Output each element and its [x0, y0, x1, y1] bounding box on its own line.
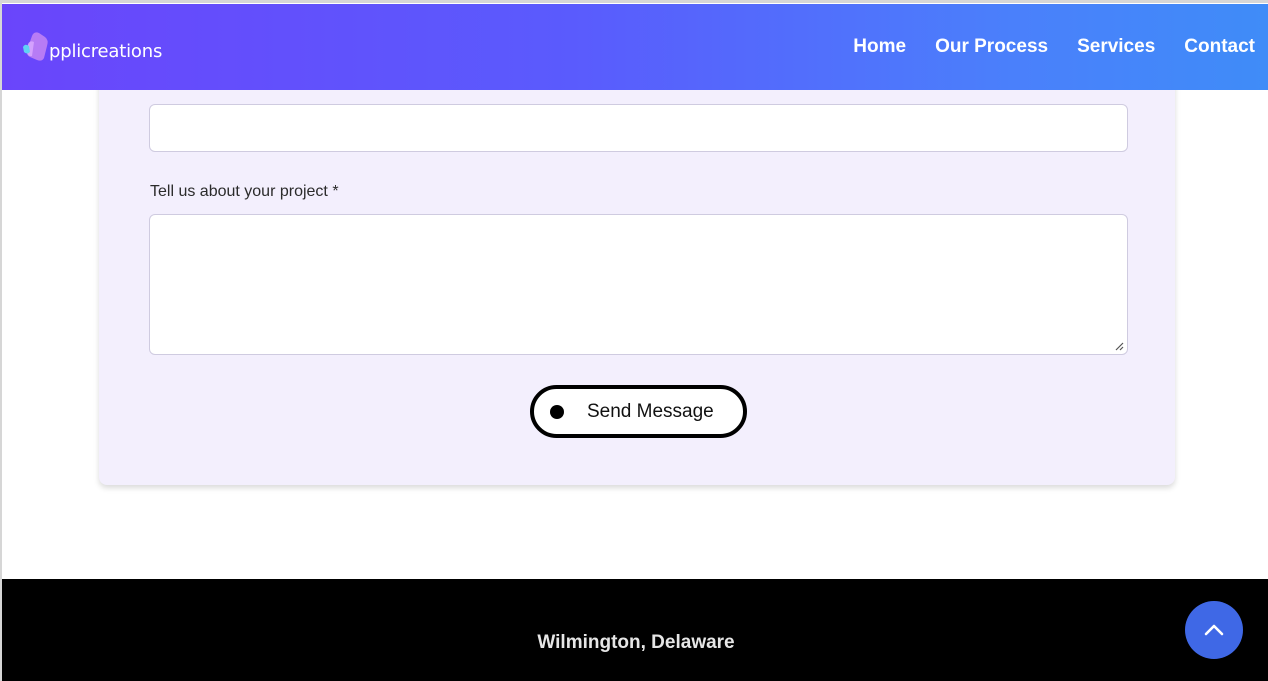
site-footer: Wilmington, Delaware: [2, 579, 1268, 681]
site-header: pplicreations Home Our Process Services …: [2, 4, 1268, 90]
text-field[interactable]: [149, 104, 1128, 152]
logo[interactable]: pplicreations: [18, 30, 162, 64]
nav-our-process[interactable]: Our Process: [935, 36, 1048, 58]
send-message-button[interactable]: Send Message: [530, 385, 747, 438]
nav-contact[interactable]: Contact: [1184, 36, 1255, 58]
footer-location: Wilmington, Delaware: [537, 632, 735, 653]
applicreations-logo-icon: [23, 32, 48, 61]
contact-form-card: Tell us about your project * Send Messag…: [99, 43, 1175, 485]
project-message-textarea[interactable]: [149, 214, 1128, 355]
project-message-label: Tell us about your project *: [150, 183, 339, 200]
dot-icon: [550, 404, 564, 419]
main-nav: Home Our Process Services Contact: [824, 36, 1255, 58]
page: Tell us about your project * Send Messag…: [0, 0, 1268, 681]
chevron-up-icon: [1204, 624, 1224, 636]
logo-text: pplicreations: [49, 41, 163, 62]
scroll-to-top-button[interactable]: [1185, 601, 1243, 659]
send-message-label: Send Message: [587, 400, 714, 422]
nav-home[interactable]: Home: [853, 36, 906, 58]
nav-services[interactable]: Services: [1077, 36, 1155, 58]
resize-grip-icon[interactable]: [1114, 341, 1124, 351]
